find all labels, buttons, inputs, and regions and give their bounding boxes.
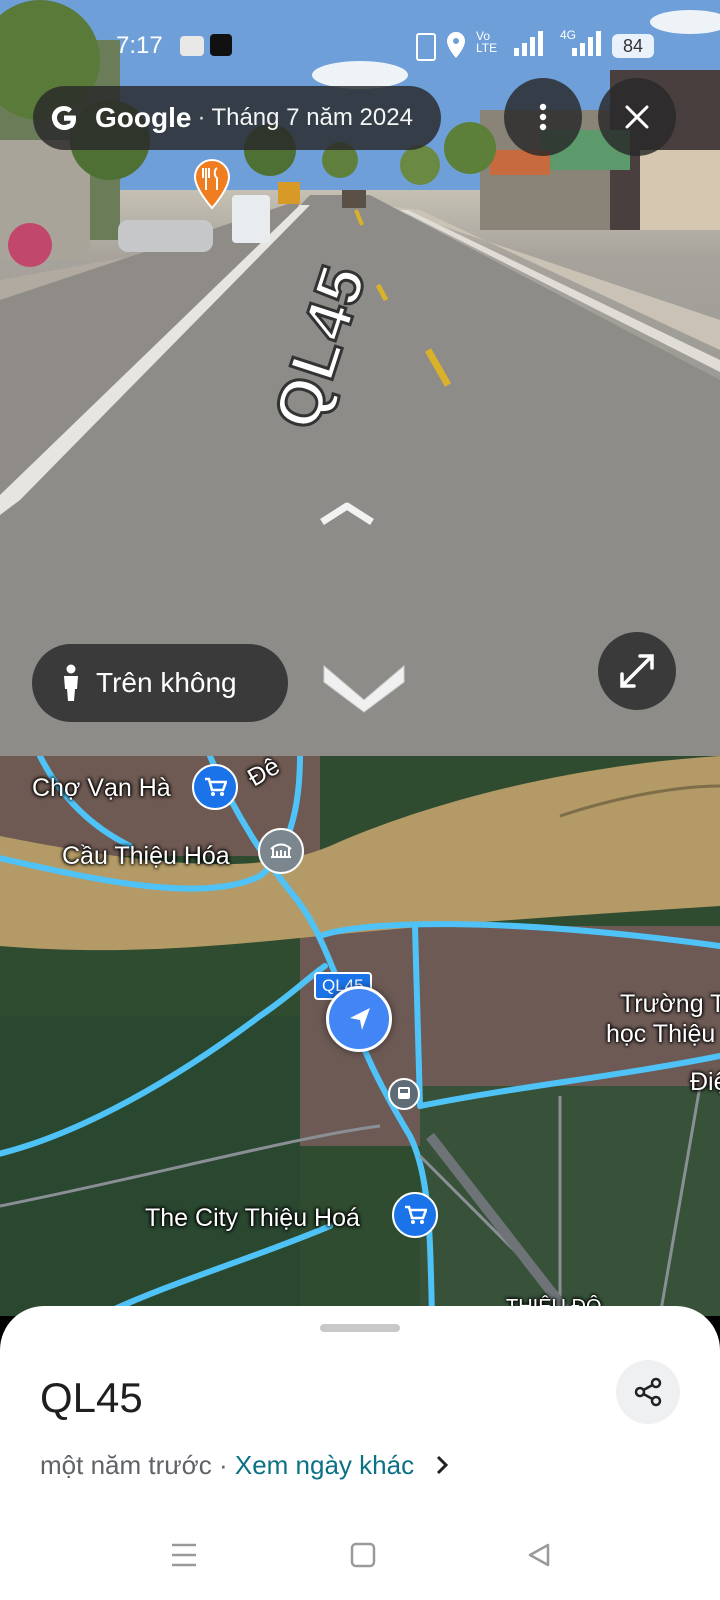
chevron-down-icon[interactable] — [320, 656, 408, 714]
close-icon — [625, 105, 649, 129]
sheet-drag-handle[interactable] — [320, 1324, 400, 1332]
volte-label: Vo LTE — [476, 29, 498, 55]
chevron-up-icon[interactable] — [318, 500, 376, 526]
close-button[interactable] — [598, 78, 676, 156]
brand-label: Google — [95, 102, 192, 133]
zalo-icon — [180, 36, 204, 56]
aerial-view-button[interactable]: Trên không — [32, 644, 288, 722]
map-label-truong-2[interactable]: học Thiệu — [606, 1020, 715, 1049]
street-view-position-marker[interactable] — [326, 986, 392, 1052]
see-other-dates-link[interactable]: Xem ngày khác — [235, 1450, 414, 1480]
map-panel[interactable]: Chợ Vạn Hà Đê Cầu Thiệu Hóa Trường T học… — [0, 756, 720, 1316]
back-triangle-icon[interactable] — [526, 1542, 552, 1568]
map-label-di[interactable]: Điệ — [690, 1068, 720, 1097]
bus-icon — [398, 1087, 410, 1099]
map-label-the-city[interactable]: The City Thiệu Hoá — [145, 1204, 360, 1233]
separator: · — [218, 1450, 228, 1480]
home-square-icon[interactable] — [350, 1542, 376, 1568]
separator: · — [197, 104, 206, 131]
direction-arrow-icon — [350, 1008, 370, 1030]
map-label-truong-1[interactable]: Trường T — [620, 990, 720, 1019]
location-icon — [447, 32, 465, 58]
more-vert-icon — [539, 103, 547, 131]
bus-stop-pin[interactable] — [388, 1078, 420, 1110]
map-label-cau-thieu-hoa[interactable]: Cầu Thiệu Hóa — [62, 842, 230, 871]
cart-icon — [205, 777, 227, 796]
chevron-right-icon[interactable] — [435, 1454, 449, 1476]
imagery-date: Tháng 7 năm 2024 — [211, 104, 413, 131]
person-icon — [64, 664, 78, 701]
more-options-button[interactable] — [504, 78, 582, 156]
system-nav-bar — [0, 1540, 720, 1600]
tiktok-icon — [210, 34, 232, 56]
imagery-info-row: một năm trước · Xem ngày khác — [40, 1450, 449, 1481]
bridge-icon — [270, 843, 292, 858]
share-icon — [634, 1377, 662, 1407]
menu-icon[interactable] — [170, 1542, 198, 1568]
cart-icon — [405, 1205, 427, 1224]
bridge-pin[interactable] — [258, 828, 304, 874]
relative-time: một năm trước — [40, 1450, 212, 1480]
share-button[interactable] — [616, 1360, 680, 1424]
map-label-cho-van-ha[interactable]: Chợ Vạn Hà — [32, 774, 171, 803]
shopping-pin-the-city[interactable] — [392, 1192, 438, 1238]
place-title: QL45 — [40, 1374, 143, 1421]
shopping-pin-cho-van-ha[interactable] — [192, 764, 238, 810]
street-view-panel[interactable]: QL45 7:17 Vo LTE 4G 84 Google · Tháng 7 … — [0, 0, 720, 756]
google-g-icon — [51, 105, 77, 131]
vibrate-icon — [416, 33, 436, 61]
status-time: 7:17 — [116, 32, 163, 59]
expand-button[interactable] — [598, 632, 676, 710]
signal-icon-1 — [514, 31, 543, 56]
aerial-view-label: Trên không — [96, 667, 237, 698]
status-bar: 7:17 Vo LTE 4G 84 — [0, 0, 720, 90]
signal-icon-2 — [572, 31, 601, 56]
imagery-date-pill[interactable]: Google · Tháng 7 năm 2024 — [33, 86, 441, 150]
expand-icon — [620, 654, 654, 688]
battery-indicator: 84 — [612, 34, 654, 58]
restaurant-pin-icon[interactable] — [192, 158, 232, 210]
